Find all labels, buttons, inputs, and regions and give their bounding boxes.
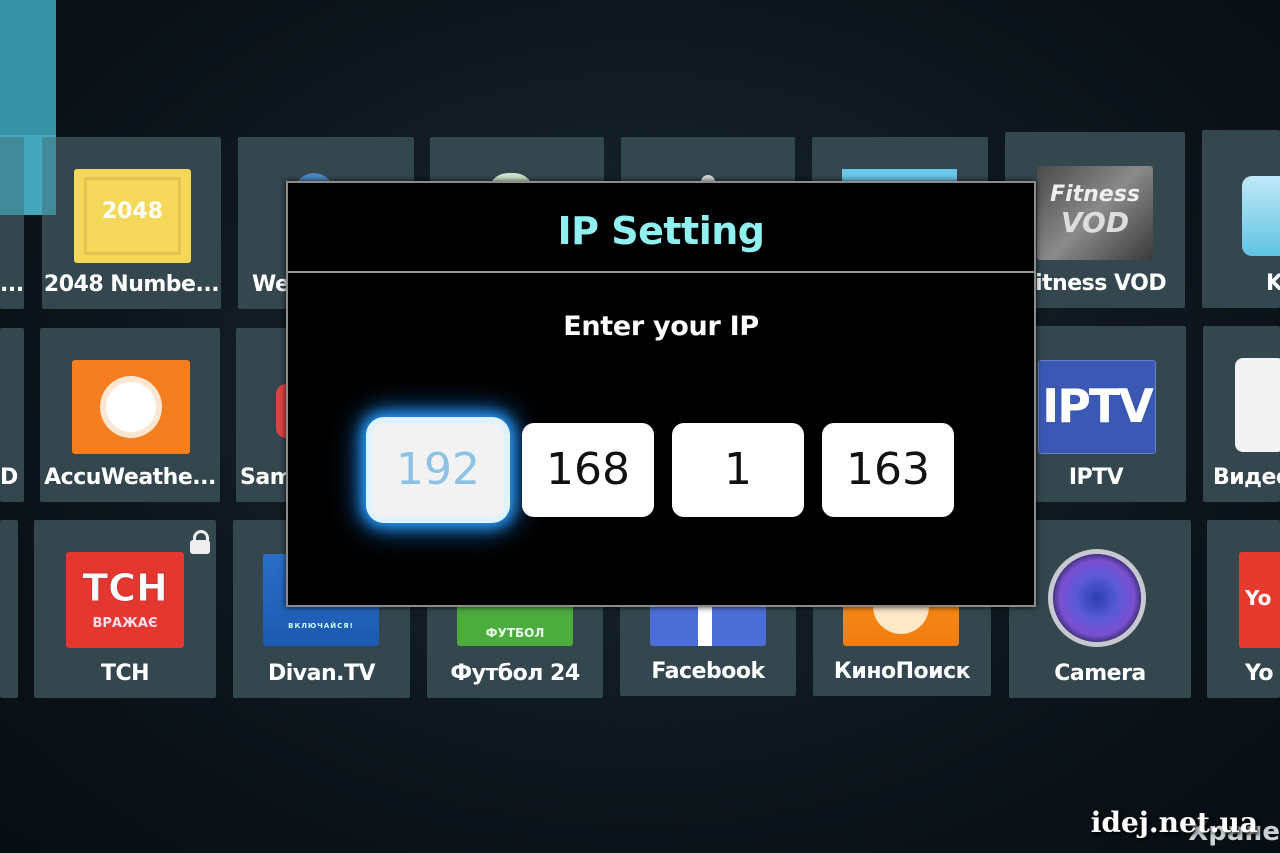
app-label: K — [1266, 271, 1280, 296]
fitness-icon-text: Fitness — [1050, 182, 1140, 207]
ip-octet-1-input[interactable]: 192 — [372, 423, 504, 517]
tch-icon-subtext: ВРАЖАЄ — [92, 616, 158, 631]
accuweather-sun-icon — [72, 360, 190, 454]
ip-setting-dialog: IP Setting Enter your IP 192 168 1 163 — [286, 181, 1036, 607]
fitness-vod-icon: Fitness VOD — [1037, 166, 1153, 260]
dialog-title: IP Setting — [557, 209, 765, 253]
tch-icon-text: TCH — [82, 566, 169, 611]
app-label: D — [0, 465, 18, 490]
app-label: Футбол 24 — [450, 661, 580, 686]
youtube-icon-text: Yo — [1245, 586, 1272, 610]
app-tile-2048[interactable]: 2048 2048 Numbe... — [42, 137, 221, 309]
camera-lens-icon — [1053, 554, 1141, 642]
video-app-icon — [1235, 358, 1280, 452]
app-tile-youtube[interactable]: Yo Yo — [1207, 520, 1280, 698]
app-label: Divan.TV — [267, 661, 376, 686]
app-label: IPTV — [1068, 465, 1124, 490]
app-tile-kids[interactable]: K — [1202, 130, 1280, 308]
app-tile-video[interactable]: Видео — [1203, 326, 1280, 502]
app-label: 2048 Numbe... — [43, 272, 220, 297]
2048-app-icon: 2048 — [74, 169, 191, 263]
watermark: idej.net.ua — [1090, 806, 1258, 839]
app-icon — [842, 169, 957, 181]
ip-octet-3-input[interactable]: 1 — [672, 423, 804, 517]
app-label: Yo — [1245, 661, 1274, 686]
app-label: ... — [0, 272, 24, 297]
app-tile-camera[interactable]: Camera — [1009, 520, 1191, 698]
2048-icon-text: 2048 — [101, 199, 164, 224]
app-label: Видео — [1213, 465, 1280, 490]
kids-app-icon — [1242, 176, 1280, 256]
app-tile-tch[interactable]: TCH ВРАЖАЄ TCH — [34, 520, 216, 698]
app-label: TCH — [100, 661, 150, 686]
app-tile-iptv[interactable]: IPTV IPTV — [1034, 326, 1186, 502]
iptv-icon-text: IPTV — [1042, 379, 1154, 433]
youtube-app-icon: Yo — [1239, 552, 1280, 648]
app-label: КиноПоиск — [833, 659, 971, 684]
app-label: Camera — [1054, 661, 1146, 686]
divan-icon-subtext: ВКЛЮЧАЙСЯ! — [288, 622, 354, 630]
app-label: Facebook — [651, 659, 765, 684]
app-label: itness VOD — [1035, 271, 1167, 296]
app-tile-partial[interactable]: D — [0, 328, 24, 502]
ip-octet-4-input[interactable]: 163 — [822, 423, 954, 517]
vod-icon-text: VOD — [1060, 206, 1130, 239]
app-label: AccuWeathe... — [44, 465, 216, 490]
app-tile-partial[interactable] — [0, 520, 18, 698]
lock-icon — [190, 530, 210, 554]
tch-app-icon: TCH ВРАЖАЄ — [66, 552, 184, 648]
app-tile-accuweather[interactable]: AccuWeathe... — [40, 328, 220, 502]
focused-tile-overlay — [0, 135, 56, 215]
football-icon-subtext: ФУТБОЛ — [485, 626, 545, 640]
iptv-app-icon: IPTV — [1038, 360, 1156, 454]
ip-octet-2-input[interactable]: 168 — [522, 423, 654, 517]
title-divider — [288, 271, 1034, 273]
dialog-prompt: Enter your IP — [563, 311, 759, 342]
